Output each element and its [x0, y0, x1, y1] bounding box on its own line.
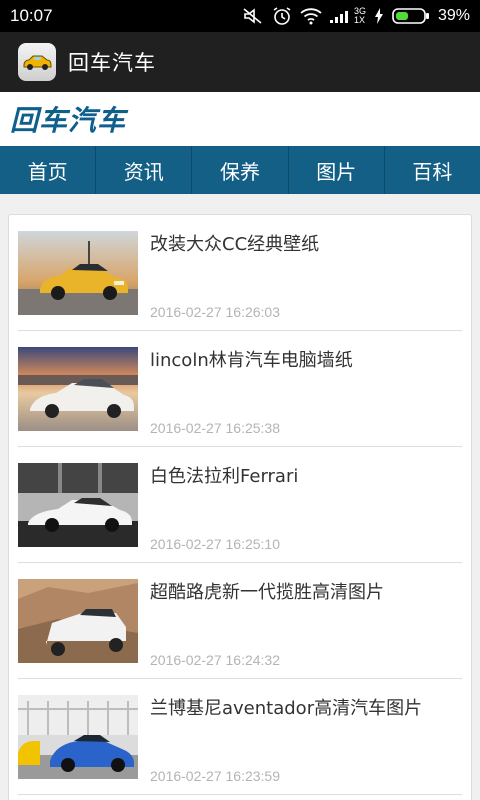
- article-thumbnail[interactable]: [18, 347, 138, 431]
- battery-percent: 39%: [437, 7, 470, 24]
- mute-icon: [242, 7, 264, 25]
- article-time: 2016-02-27 16:25:38: [150, 420, 280, 436]
- car-app-icon[interactable]: [18, 43, 56, 81]
- signal-icon: 3G 1X: [329, 7, 366, 25]
- charging-icon: [374, 8, 384, 24]
- list-item[interactable]: 白色法拉利Ferrari 2016-02-27 16:25:10: [18, 447, 462, 563]
- list-item[interactable]: 超酷路虎新一代揽胜高清图片 2016-02-27 16:24:32: [18, 563, 462, 679]
- article-body: lincoln林肯汽车电脑墙纸 2016-02-27 16:25:38: [150, 347, 462, 446]
- list-item[interactable]: 改装大众CC经典壁纸 2016-02-27 16:26:03: [18, 215, 462, 331]
- wifi-icon: [300, 7, 322, 25]
- list-item[interactable]: lincoln林肯汽车电脑墙纸 2016-02-27 16:25:38: [18, 331, 462, 447]
- article-time: 2016-02-27 16:24:32: [150, 652, 280, 668]
- nav-item-pictures[interactable]: 图片: [289, 146, 385, 194]
- article-time: 2016-02-27 16:25:10: [150, 536, 280, 552]
- status-bar: 10:07 3G 1X 39%: [0, 0, 480, 32]
- article-body: 超酷路虎新一代揽胜高清图片 2016-02-27 16:24:32: [150, 579, 462, 678]
- list-item[interactable]: 兰博基尼aventador高清汽车图片 2016-02-27 16:23:59: [18, 679, 462, 795]
- alarm-icon: [272, 6, 292, 26]
- article-time: 2016-02-27 16:23:59: [150, 768, 280, 784]
- nav-item-maintenance[interactable]: 保养: [192, 146, 289, 194]
- main-nav: 首页 资讯 保养 图片 百科: [0, 146, 480, 194]
- article-body: 改装大众CC经典壁纸 2016-02-27 16:26:03: [150, 231, 462, 330]
- article-list: 改装大众CC经典壁纸 2016-02-27 16:26:03 lincoln林肯…: [8, 214, 472, 800]
- article-thumbnail[interactable]: [18, 231, 138, 315]
- app-title: 回车汽车: [68, 51, 156, 75]
- status-icons: 3G 1X 39%: [242, 6, 470, 26]
- article-title[interactable]: 改装大众CC经典壁纸: [150, 231, 462, 256]
- nav-item-news[interactable]: 资讯: [96, 146, 193, 194]
- app-bar: 回车汽车: [0, 32, 480, 92]
- article-body: 白色法拉利Ferrari 2016-02-27 16:25:10: [150, 463, 462, 562]
- article-title[interactable]: lincoln林肯汽车电脑墙纸: [150, 347, 462, 372]
- network-label-1x: 1X: [353, 15, 365, 25]
- article-time: 2016-02-27 16:26:03: [150, 304, 280, 320]
- article-thumbnail[interactable]: [18, 695, 138, 779]
- article-body: 兰博基尼aventador高清汽车图片 2016-02-27 16:23:59: [150, 695, 462, 794]
- nav-item-home[interactable]: 首页: [0, 146, 97, 194]
- nav-item-encyclopedia[interactable]: 百科: [385, 146, 480, 194]
- article-thumbnail[interactable]: [18, 463, 138, 547]
- site-logo[interactable]: 回车汽车: [10, 99, 126, 139]
- article-thumbnail[interactable]: [18, 579, 138, 663]
- article-title[interactable]: 超酷路虎新一代揽胜高清图片: [150, 579, 462, 604]
- battery-icon: [392, 7, 430, 25]
- article-title[interactable]: 白色法拉利Ferrari: [150, 463, 462, 488]
- site-header: 回车汽车: [0, 92, 480, 146]
- article-title[interactable]: 兰博基尼aventador高清汽车图片: [150, 695, 462, 720]
- status-time: 10:07: [10, 6, 53, 25]
